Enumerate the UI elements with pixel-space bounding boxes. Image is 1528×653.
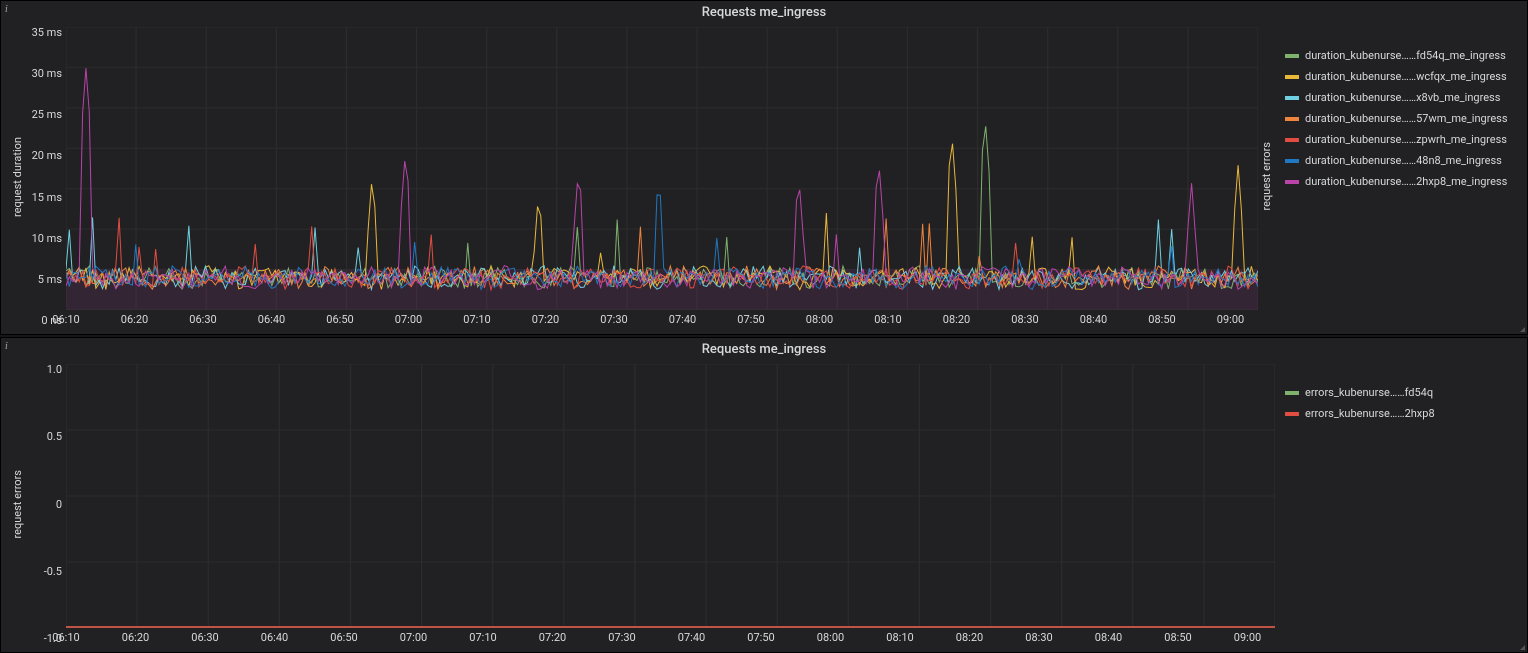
legend-label: duration_kubenurse……57wm_me_ingress <box>1305 112 1508 125</box>
chart-svg <box>66 27 1258 310</box>
legend-swatch <box>1285 159 1299 163</box>
axis-tick: 06:40 <box>261 631 288 644</box>
x-axis-ticks: 06:1006:2006:3006:4006:5007:0007:1007:20… <box>66 631 1275 644</box>
axis-tick: 5 ms <box>26 274 62 285</box>
axis-tick: 06:50 <box>326 313 353 326</box>
axis-tick: 0.5 <box>26 431 62 442</box>
legend-item[interactable]: duration_kubenurse……fd54q_me_ingress <box>1285 45 1515 66</box>
axis-tick: 06:20 <box>121 313 148 326</box>
chart-legend: errors_kubenurse……fd54q errors_kubenurse…… <box>1275 364 1519 644</box>
legend-item[interactable]: errors_kubenurse……fd54q <box>1285 382 1515 403</box>
axis-tick: 07:10 <box>463 313 490 326</box>
axis-tick: 07:00 <box>395 313 422 326</box>
legend-item[interactable]: duration_kubenurse……x8vb_me_ingress <box>1285 87 1515 108</box>
axis-tick: 08:50 <box>1164 631 1191 644</box>
axis-tick: 06:30 <box>191 631 218 644</box>
axis-tick: 30 ms <box>26 68 62 79</box>
axis-tick: 07:40 <box>678 631 705 644</box>
panel-requests-errors: i Requests me_ingress request errors 1.0… <box>0 337 1528 653</box>
y-axis-label-left: request duration <box>9 137 26 217</box>
y-axis-label-right: request errors <box>1258 142 1275 210</box>
info-icon[interactable]: i <box>5 4 8 15</box>
chart-svg <box>66 364 1275 628</box>
panel-title: Requests me_ingress <box>1 338 1527 364</box>
legend-swatch <box>1285 54 1299 58</box>
legend-label: errors_kubenurse……2hxp8 <box>1305 407 1435 420</box>
axis-tick: 07:20 <box>539 631 566 644</box>
plot-column: 06:1006:2006:3006:4006:5007:0007:1007:20… <box>66 27 1258 326</box>
axis-tick: 07:40 <box>669 313 696 326</box>
y-axis-ticks: 35 ms30 ms25 ms20 ms15 ms10 ms5 ms0 ns <box>26 27 66 326</box>
resize-handle-icon[interactable] <box>1517 324 1525 332</box>
axis-tick: 08:10 <box>874 313 901 326</box>
axis-tick: 06:50 <box>330 631 357 644</box>
axis-tick: 0 <box>26 499 62 510</box>
legend-item[interactable]: duration_kubenurse……wcfqx_me_ingress <box>1285 66 1515 87</box>
panel-requests-duration: i Requests me_ingress request duration 3… <box>0 0 1528 335</box>
axis-tick: 10 ms <box>26 233 62 244</box>
axis-tick: 07:30 <box>600 313 627 326</box>
legend-label: errors_kubenurse……fd54q <box>1305 386 1433 399</box>
axis-tick: 08:30 <box>1025 631 1052 644</box>
legend-label: duration_kubenurse……48n8_me_ingress <box>1305 154 1502 167</box>
axis-tick: 09:00 <box>1217 313 1244 326</box>
x-axis-ticks: 06:1006:2006:3006:4006:5007:0007:1007:20… <box>66 313 1258 326</box>
y-axis-ticks: 1.00.50-0.5-1.0 <box>26 364 66 644</box>
legend-item[interactable]: duration_kubenurse……48n8_me_ingress <box>1285 150 1515 171</box>
legend-item[interactable]: errors_kubenurse……2hxp8 <box>1285 403 1515 424</box>
legend-swatch <box>1285 391 1299 395</box>
axis-tick: 08:10 <box>886 631 913 644</box>
axis-tick: 08:40 <box>1095 631 1122 644</box>
axis-tick: -0.5 <box>26 566 62 577</box>
info-icon[interactable]: i <box>5 341 8 352</box>
axis-tick: 06:20 <box>122 631 149 644</box>
legend-swatch <box>1285 138 1299 142</box>
axis-tick: 06:40 <box>258 313 285 326</box>
legend-label: duration_kubenurse……zpwrh_me_ingress <box>1305 133 1507 146</box>
axis-tick: 07:50 <box>737 313 764 326</box>
panel-title: Requests me_ingress <box>1 1 1527 27</box>
resize-handle-icon[interactable] <box>1517 642 1525 650</box>
axis-tick: 07:30 <box>608 631 635 644</box>
axis-tick: 35 ms <box>26 27 62 38</box>
axis-tick: 1.0 <box>26 364 62 375</box>
legend-swatch <box>1285 96 1299 100</box>
legend-swatch <box>1285 75 1299 79</box>
axis-tick: 06:30 <box>189 313 216 326</box>
axis-tick: 08:40 <box>1080 313 1107 326</box>
plot-wrap: request errors 1.00.50-0.5-1.0 06:1006:2… <box>9 364 1519 644</box>
axis-tick: 09:00 <box>1234 631 1261 644</box>
axis-tick: 06:10 <box>52 313 79 326</box>
axis-tick: 08:30 <box>1011 313 1038 326</box>
legend-item[interactable]: duration_kubenurse……2hxp8_me_ingress <box>1285 171 1515 192</box>
legend-label: duration_kubenurse……fd54q_me_ingress <box>1305 49 1506 62</box>
legend-item[interactable]: duration_kubenurse……zpwrh_me_ingress <box>1285 129 1515 150</box>
axis-tick: 08:00 <box>817 631 844 644</box>
axis-tick: 08:20 <box>956 631 983 644</box>
axis-tick: 08:50 <box>1148 313 1175 326</box>
axis-tick: 07:50 <box>747 631 774 644</box>
legend-swatch <box>1285 412 1299 416</box>
y-axis-label-left: request errors <box>9 470 26 538</box>
axis-tick: 15 ms <box>26 192 62 203</box>
plot-area[interactable] <box>66 364 1275 628</box>
axis-tick: 20 ms <box>26 150 62 161</box>
axis-tick: 25 ms <box>26 109 62 120</box>
axis-tick: 07:10 <box>469 631 496 644</box>
plot-wrap: request duration 35 ms 30 ms 25 ms 20 ms 15 … <box>9 27 1519 326</box>
axis-tick: 08:00 <box>806 313 833 326</box>
axis-tick: 08:20 <box>943 313 970 326</box>
plot-column: 06:1006:2006:3006:4006:5007:0007:1007:20… <box>66 364 1275 644</box>
axis-tick: 06:10 <box>52 631 79 644</box>
legend-label: duration_kubenurse……wcfqx_me_ingress <box>1305 70 1507 83</box>
legend-label: duration_kubenurse……x8vb_me_ingress <box>1305 91 1500 104</box>
axis-tick: 07:20 <box>532 313 559 326</box>
axis-tick: 07:00 <box>400 631 427 644</box>
chart-legend: duration_kubenurse……fd54q_me_ingressdura… <box>1275 27 1519 326</box>
legend-swatch <box>1285 117 1299 121</box>
legend-label: duration_kubenurse……2hxp8_me_ingress <box>1305 175 1507 188</box>
legend-swatch <box>1285 180 1299 184</box>
plot-area[interactable] <box>66 27 1258 310</box>
legend-item[interactable]: duration_kubenurse……57wm_me_ingress <box>1285 108 1515 129</box>
